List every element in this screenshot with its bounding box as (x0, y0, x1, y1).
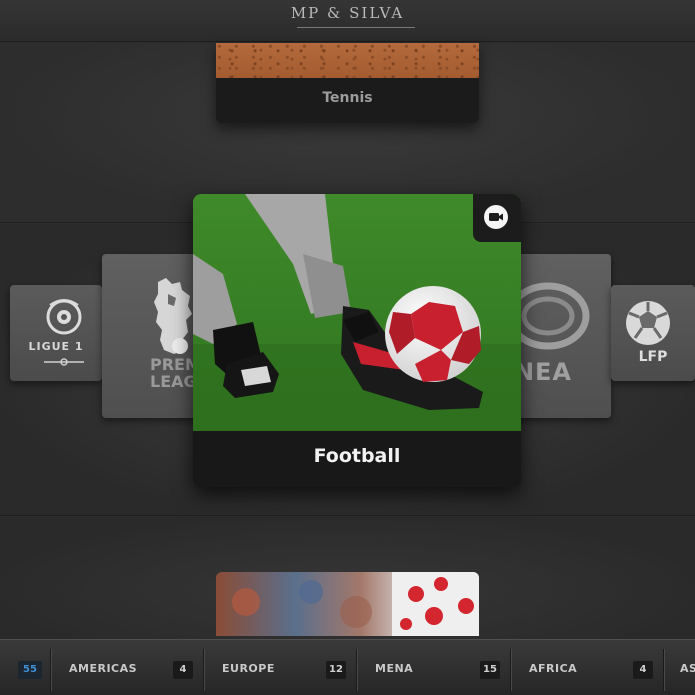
football-photo (193, 194, 521, 431)
premier-league-tile[interactable]: PREM LEAG (102, 254, 202, 418)
lfp-ball-icon (626, 301, 670, 345)
tennis-card[interactable]: Tennis (216, 43, 479, 123)
nav-item-label: EUROPE (222, 662, 275, 675)
nav-item-europe[interactable]: EUROPE 12 (203, 649, 356, 691)
ligue1-tile[interactable]: LIGUE 1 (10, 285, 102, 381)
lfp-label: LFP (638, 349, 668, 365)
tennis-card-label: Tennis (322, 90, 373, 106)
football-card[interactable]: Football (193, 194, 521, 487)
ligue1-label: LIGUE 1 (28, 340, 84, 353)
serie-a-tile[interactable]: NEA (508, 254, 611, 418)
tennis-court-image (216, 43, 479, 78)
region-nav-bar: 55 AMERICAS 4 EUROPE 12 MENA 15 AFRICA 4… (0, 639, 695, 695)
cycling-photo (216, 572, 479, 636)
cycling-card[interactable] (216, 572, 479, 636)
region-nav-inner: 55 AMERICAS 4 EUROPE 12 MENA 15 AFRICA 4… (0, 646, 695, 691)
nav-item-count: 12 (326, 661, 346, 679)
football-card-label: Football (313, 445, 401, 467)
brand-logo[interactable]: MP & SILVA (0, 4, 695, 22)
nav-item-asia[interactable]: AS (663, 649, 695, 691)
nav-item-label: MENA (375, 662, 414, 675)
nav-item-label: AFRICA (529, 662, 578, 675)
video-badge[interactable] (473, 194, 521, 242)
nav-item-americas[interactable]: AMERICAS 4 (50, 649, 203, 691)
nav-item-label: AMERICAS (69, 662, 138, 675)
serie-a-logo-icon (508, 282, 590, 350)
nav-item-count: 4 (173, 661, 193, 679)
video-camera-icon (484, 205, 508, 229)
all-regions-count[interactable]: 55 (18, 661, 42, 679)
ligue1-logo-icon (44, 299, 84, 366)
nav-item-africa[interactable]: AFRICA 4 (510, 649, 663, 691)
nav-item-count: 4 (633, 661, 653, 679)
brand-underline (297, 27, 415, 28)
lfp-tile[interactable]: LFP (611, 285, 695, 381)
nav-item-mena[interactable]: MENA 15 (356, 649, 510, 691)
nav-item-label: AS (680, 662, 695, 675)
nav-item-count: 15 (480, 661, 500, 679)
premier-league-lion-icon (154, 278, 192, 354)
